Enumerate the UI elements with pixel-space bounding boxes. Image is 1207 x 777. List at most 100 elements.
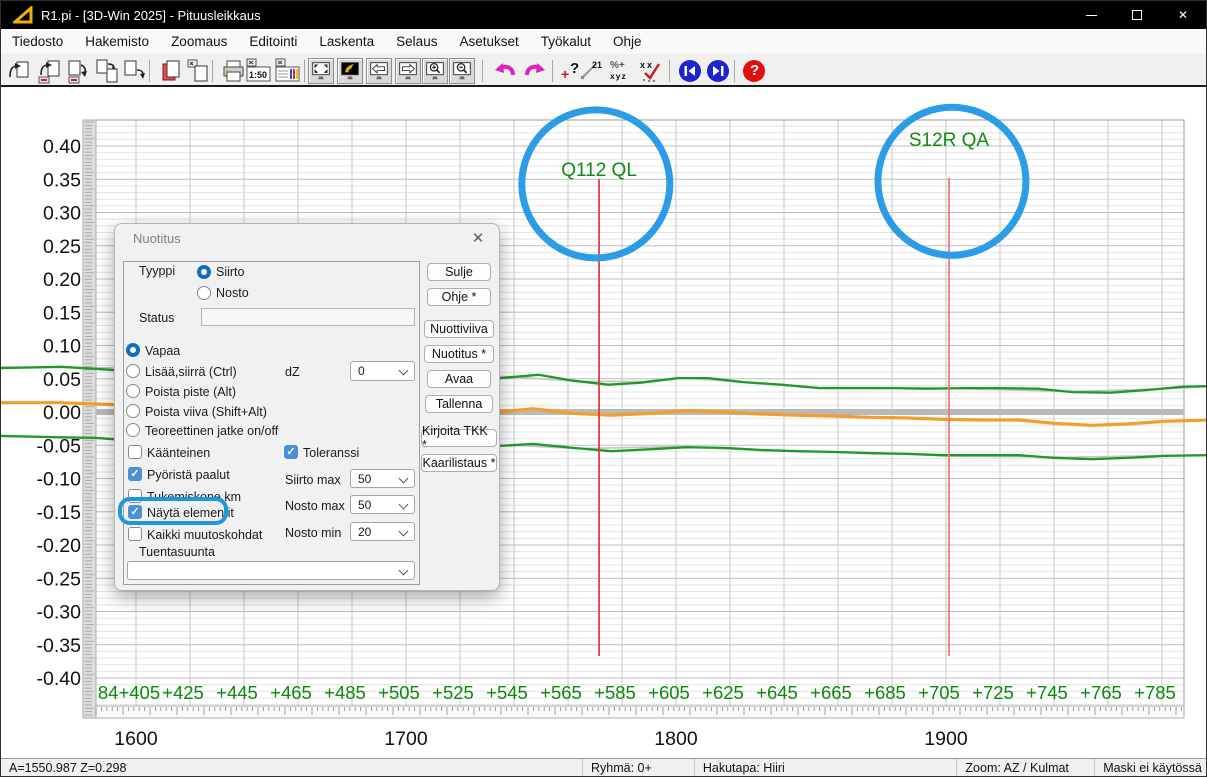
status-label: Status: [139, 311, 174, 325]
zoom-previous-button[interactable]: [337, 58, 363, 84]
scale-icon[interactable]: 1:50: [245, 58, 272, 84]
svg-text:+785: +785: [1134, 682, 1176, 703]
print-icon[interactable]: [221, 58, 247, 84]
zoom-in-button[interactable]: [422, 58, 448, 84]
svg-text:+505: +505: [378, 682, 420, 703]
sulje-button[interactable]: Sulje: [427, 263, 491, 281]
status-field[interactable]: [201, 308, 415, 326]
file-convert-icon[interactable]: [94, 58, 120, 84]
dz-select[interactable]: 0: [350, 361, 415, 381]
tallenna-button[interactable]: Tallenna: [425, 395, 493, 413]
maximize-icon: [1132, 10, 1142, 20]
undo-icon[interactable]: [492, 58, 518, 84]
avaa-button[interactable]: Avaa: [427, 370, 491, 388]
copy-pages-icon[interactable]: [159, 58, 185, 84]
help-icon[interactable]: ?: [741, 58, 767, 84]
radio-siirto-label[interactable]: Siirto: [216, 265, 244, 279]
file-read-icon[interactable]: [6, 58, 32, 84]
close-button[interactable]: ✕: [1160, 1, 1206, 29]
kaarilistaus-button[interactable]: Kaarilistaus *: [421, 454, 497, 472]
svg-text:+525: +525: [432, 682, 474, 703]
radio-poista-viiva[interactable]: [126, 404, 140, 418]
minimize-button[interactable]: [1068, 1, 1114, 29]
svg-text:+465: +465: [270, 682, 312, 703]
nuottiviiva-button[interactable]: Nuottiviiva: [424, 320, 494, 338]
nuotitus-button[interactable]: Nuotitus *: [424, 345, 494, 363]
checkbox-toleranssi-label[interactable]: Toleranssi: [303, 446, 359, 460]
dialog-close-icon[interactable]: ✕: [469, 229, 487, 247]
nosto-max-select[interactable]: 50: [350, 495, 415, 514]
radio-poista-piste[interactable]: [126, 384, 140, 398]
maximize-button[interactable]: [1114, 1, 1160, 29]
zoom-fit-button[interactable]: [308, 58, 334, 84]
file-read-format-icon[interactable]: [36, 58, 62, 84]
radio-lisaa-siirra-label[interactable]: Lisää,siirrä (Ctrl): [145, 365, 237, 379]
svg-text:+565: +565: [540, 682, 582, 703]
siirto-max-select[interactable]: 50: [350, 469, 415, 488]
point-number-icon[interactable]: 21: [578, 58, 604, 84]
kirjoita-tkk-button[interactable]: Kirjoita TKK *: [421, 429, 497, 447]
menu-tiedosto[interactable]: Tiedosto: [1, 29, 74, 54]
checkbox-toleranssi[interactable]: ✓: [284, 445, 298, 459]
svg-text:0.35: 0.35: [43, 169, 81, 191]
zoom-out-button[interactable]: [449, 58, 475, 84]
svg-text:Q112 QL: Q112 QL: [561, 160, 637, 181]
title-bar: R1.pi - [3D-Win 2025] - Pituusleikkaus ✕: [1, 1, 1206, 29]
file-export-icon[interactable]: [121, 58, 147, 84]
menu-selaus[interactable]: Selaus: [385, 29, 448, 54]
radio-teoreettinen-label[interactable]: Teoreettinen jatke on/off: [145, 424, 278, 438]
menu-tyokalut[interactable]: Työkalut: [530, 29, 602, 54]
svg-text:+625: +625: [702, 682, 744, 703]
checkbox-kaikki-muutoskohdat-label[interactable]: Kaikki muutoskohdat: [147, 528, 262, 542]
menu-zoomaus[interactable]: Zoomaus: [160, 29, 238, 54]
approve-check-icon[interactable]: xx: [638, 58, 664, 84]
radio-nosto[interactable]: [197, 286, 211, 300]
checkbox-pyorista-paalut-label[interactable]: Pyöristä paalut: [147, 468, 230, 482]
ohje-button[interactable]: Ohje *: [427, 288, 491, 306]
checkbox-kaikki-muutoskohdat[interactable]: [128, 527, 142, 541]
radio-teoreettinen[interactable]: [126, 423, 140, 437]
nosto-max-value: 50: [358, 498, 371, 512]
nosto-min-value: 20: [358, 525, 371, 539]
svg-text:S12R QA: S12R QA: [909, 130, 990, 151]
nosto-min-select[interactable]: 20: [350, 522, 415, 541]
radio-poista-piste-label[interactable]: Poista piste (Alt): [145, 385, 236, 399]
pan-left-button[interactable]: [366, 58, 392, 84]
print-layout-icon[interactable]: [274, 58, 301, 84]
tuentasuunta-select[interactable]: [127, 561, 415, 580]
svg-text:+545: +545: [486, 682, 528, 703]
toolbar-separator: [304, 60, 305, 82]
file-write-format-icon[interactable]: [66, 58, 92, 84]
checkbox-kaanteinen[interactable]: [128, 445, 142, 459]
radio-vapaa-label[interactable]: Vapaa: [145, 344, 180, 358]
menu-editointi[interactable]: Editointi: [238, 29, 308, 54]
toolbar-separator: [482, 60, 483, 82]
menu-asetukset[interactable]: Asetukset: [448, 29, 529, 54]
dz-value: 0: [358, 364, 365, 378]
svg-text:0.25: 0.25: [43, 236, 81, 258]
radio-nosto-label[interactable]: Nosto: [216, 286, 249, 300]
new-window-icon[interactable]: [185, 58, 211, 84]
svg-text:1900: 1900: [924, 728, 968, 750]
dz-label: dZ: [285, 365, 300, 379]
radio-lisaa-siirra[interactable]: [126, 364, 140, 378]
nav-next-icon[interactable]: [705, 58, 731, 84]
menu-ohje[interactable]: Ohje: [602, 29, 653, 54]
svg-text:+685: +685: [864, 682, 906, 703]
radio-poista-viiva-label[interactable]: Poista viiva (Shift+Alt): [145, 405, 267, 419]
svg-text:+765: +765: [1080, 682, 1122, 703]
nuotitus-dialog: Nuotitus ✕ Tyyppi Siirto Nosto Status Va…: [114, 223, 500, 591]
menu-laskenta[interactable]: Laskenta: [308, 29, 385, 54]
pan-right-button[interactable]: [395, 58, 421, 84]
chevron-down-icon: [399, 474, 409, 484]
menu-hakemisto[interactable]: Hakemisto: [74, 29, 160, 54]
checkbox-pyorista-paalut[interactable]: ✓: [128, 467, 142, 481]
nav-previous-icon[interactable]: [677, 58, 703, 84]
status-ryhma: Ryhmä: 0+: [583, 759, 695, 777]
redo-icon[interactable]: [522, 58, 548, 84]
radio-vapaa[interactable]: [126, 343, 140, 357]
coords-xyz-icon[interactable]: %+ xyz: [608, 58, 634, 84]
svg-text:-0.35: -0.35: [37, 635, 82, 657]
radio-siirto[interactable]: [197, 265, 211, 279]
checkbox-kaanteinen-label[interactable]: Käänteinen: [147, 446, 210, 460]
